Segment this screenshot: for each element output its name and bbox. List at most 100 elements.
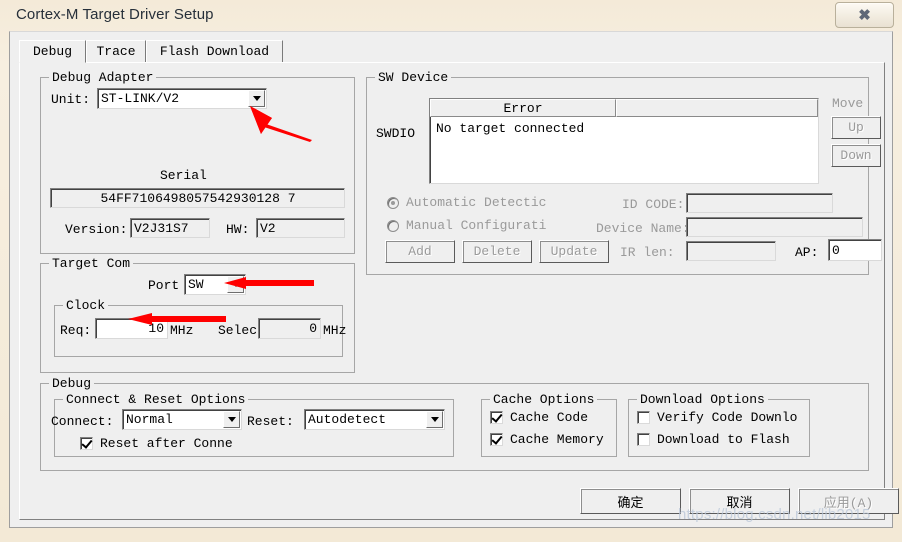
- automatic-detection-label: Automatic Detectic: [406, 195, 547, 210]
- group-target-com-caption: Target Com: [49, 256, 134, 271]
- add-button[interactable]: Add: [385, 240, 455, 263]
- unit-combobox[interactable]: ST-LINK/V2: [97, 88, 267, 109]
- checkbox-indicator: [637, 411, 650, 424]
- watermark-text: https://blog.csdn.net/lib2015: [678, 506, 871, 523]
- tab-debug-label: Debug: [32, 44, 72, 59]
- cache-memory-checkbox[interactable]: Cache Memory: [490, 432, 604, 447]
- unit-label: Unit:: [51, 92, 91, 107]
- ap-input[interactable]: 0: [828, 239, 882, 261]
- connect-combobox-value: Normal: [126, 412, 173, 427]
- ok-button[interactable]: 确定: [580, 488, 681, 514]
- chevron-down-icon[interactable]: [223, 411, 240, 428]
- version-value: V2J31S7: [130, 218, 210, 238]
- id-code-label: ID CODE:: [622, 197, 685, 212]
- close-icon: ✖: [858, 7, 871, 24]
- group-debug-adapter: Debug Adapter Unit: ST-LINK/V2 Serial 54…: [40, 70, 355, 254]
- tab-trace-label: Trace: [96, 44, 136, 59]
- req-label: Req:: [60, 323, 92, 338]
- port-combobox[interactable]: SW: [184, 274, 246, 295]
- hw-label: HW:: [226, 222, 250, 237]
- manual-configuration-radio[interactable]: Manual Configurati: [387, 218, 546, 233]
- chevron-down-icon[interactable]: [426, 411, 443, 428]
- ap-label: AP:: [795, 245, 819, 260]
- req-unit-label: MHz: [170, 323, 194, 338]
- download-to-flash-checkbox[interactable]: Download to Flash: [637, 432, 790, 447]
- group-debug-caption: Debug: [49, 376, 95, 391]
- tab-debug[interactable]: Debug: [19, 40, 86, 63]
- group-cache-options-caption: Cache Options: [490, 392, 598, 407]
- serial-label: Serial: [160, 168, 207, 183]
- ok-button-label: 确定: [617, 495, 644, 511]
- group-download-options: Download Options Verify Code Downlo Down…: [628, 392, 810, 457]
- move-up-button[interactable]: Up: [831, 116, 881, 139]
- verify-code-download-label: Verify Code Downlo: [657, 410, 798, 425]
- tab-trace[interactable]: Trace: [86, 40, 146, 63]
- group-target-com: Target Com Port SW Clock Req: 10 MHz Sel…: [40, 256, 355, 373]
- selected-unit-label: MHz: [323, 323, 347, 338]
- group-cache-options: Cache Options Cache Code Cache Memory: [481, 392, 617, 457]
- dialog-client-area: Debug Trace Flash Download Debug Adapter…: [9, 31, 899, 528]
- tab-flash-download[interactable]: Flash Download: [146, 40, 283, 63]
- chevron-down-icon[interactable]: [227, 276, 244, 293]
- tab-flash-download-label: Flash Download: [159, 44, 270, 59]
- ir-len-label: IR len:: [620, 245, 675, 260]
- version-label: Version:: [65, 222, 128, 237]
- reset-combobox[interactable]: Autodetect: [304, 409, 445, 430]
- move-down-button[interactable]: Down: [831, 144, 881, 167]
- update-button[interactable]: Update: [539, 240, 609, 263]
- window-title: Cortex-M Target Driver Setup: [16, 6, 214, 23]
- verify-code-download-checkbox[interactable]: Verify Code Downlo: [637, 410, 797, 425]
- group-sw-device: SW Device SWDIO Error No target connecte…: [366, 70, 882, 275]
- cache-code-checkbox[interactable]: Cache Code: [490, 410, 588, 425]
- group-debug-adapter-caption: Debug Adapter: [49, 70, 157, 85]
- checkbox-indicator: [80, 437, 93, 450]
- hw-value: V2: [256, 218, 345, 238]
- cache-code-label: Cache Code: [510, 410, 589, 425]
- radio-indicator: [387, 219, 399, 232]
- reset-after-connect-label: Reset after Conne: [100, 436, 233, 451]
- sw-device-list-header: Error: [430, 99, 818, 117]
- automatic-detection-radio[interactable]: Automatic Detectic: [387, 195, 546, 210]
- device-name-label: Device Name:: [596, 221, 690, 236]
- move-label: Move: [832, 96, 864, 111]
- group-sw-device-caption: SW Device: [375, 70, 452, 85]
- group-connect-reset-options: Connect & Reset Options Connect: Normal …: [51, 392, 454, 457]
- device-name-value: [686, 217, 863, 237]
- checkbox-indicator: [490, 411, 503, 424]
- reset-after-connect-checkbox[interactable]: Reset after Conne: [80, 436, 233, 451]
- port-combobox-value: SW: [188, 277, 204, 292]
- swdio-label: SWDIO: [376, 126, 416, 141]
- column-header-blank[interactable]: [616, 99, 818, 117]
- sw-device-list[interactable]: Error No target connected: [429, 98, 819, 184]
- column-header-error[interactable]: Error: [430, 99, 616, 117]
- group-debug: Debug Connect & Reset Options Connect: N…: [40, 376, 869, 471]
- group-clock: Clock Req: 10 MHz Selected 0 MHz: [54, 298, 347, 357]
- port-label: Port: [148, 278, 180, 293]
- req-clock-input[interactable]: 10: [95, 318, 168, 339]
- checkbox-indicator: [490, 433, 503, 446]
- download-to-flash-label: Download to Flash: [657, 432, 790, 447]
- delete-button[interactable]: Delete: [462, 240, 532, 263]
- group-clock-caption: Clock: [63, 298, 109, 313]
- reset-combobox-value: Autodetect: [308, 412, 387, 427]
- serial-value: 54FF7106498057542930128 7: [50, 188, 345, 208]
- checkbox-indicator: [637, 433, 650, 446]
- title-bar: Cortex-M Target Driver Setup ✖: [0, 0, 902, 30]
- cache-memory-label: Cache Memory: [510, 432, 604, 447]
- manual-configuration-label: Manual Configurati: [406, 218, 547, 233]
- connect-combobox[interactable]: Normal: [122, 409, 242, 430]
- chevron-down-icon[interactable]: [248, 90, 265, 107]
- radio-indicator: [387, 196, 399, 209]
- close-button[interactable]: ✖: [835, 2, 894, 28]
- group-connect-reset-caption: Connect & Reset Options: [63, 392, 249, 407]
- tab-panel-debug: Debug Adapter Unit: ST-LINK/V2 Serial 54…: [19, 62, 899, 520]
- group-download-options-caption: Download Options: [637, 392, 768, 407]
- dialog-window: Cortex-M Target Driver Setup ✖ Debug Tra…: [0, 0, 902, 542]
- unit-combobox-value: ST-LINK/V2: [101, 91, 180, 106]
- connect-label: Connect:: [51, 414, 114, 429]
- sw-device-list-row[interactable]: No target connected: [436, 121, 584, 136]
- id-code-value: [686, 193, 833, 213]
- selected-clock-value: 0: [258, 318, 321, 339]
- ir-len-value: [686, 241, 776, 261]
- reset-label: Reset:: [247, 414, 294, 429]
